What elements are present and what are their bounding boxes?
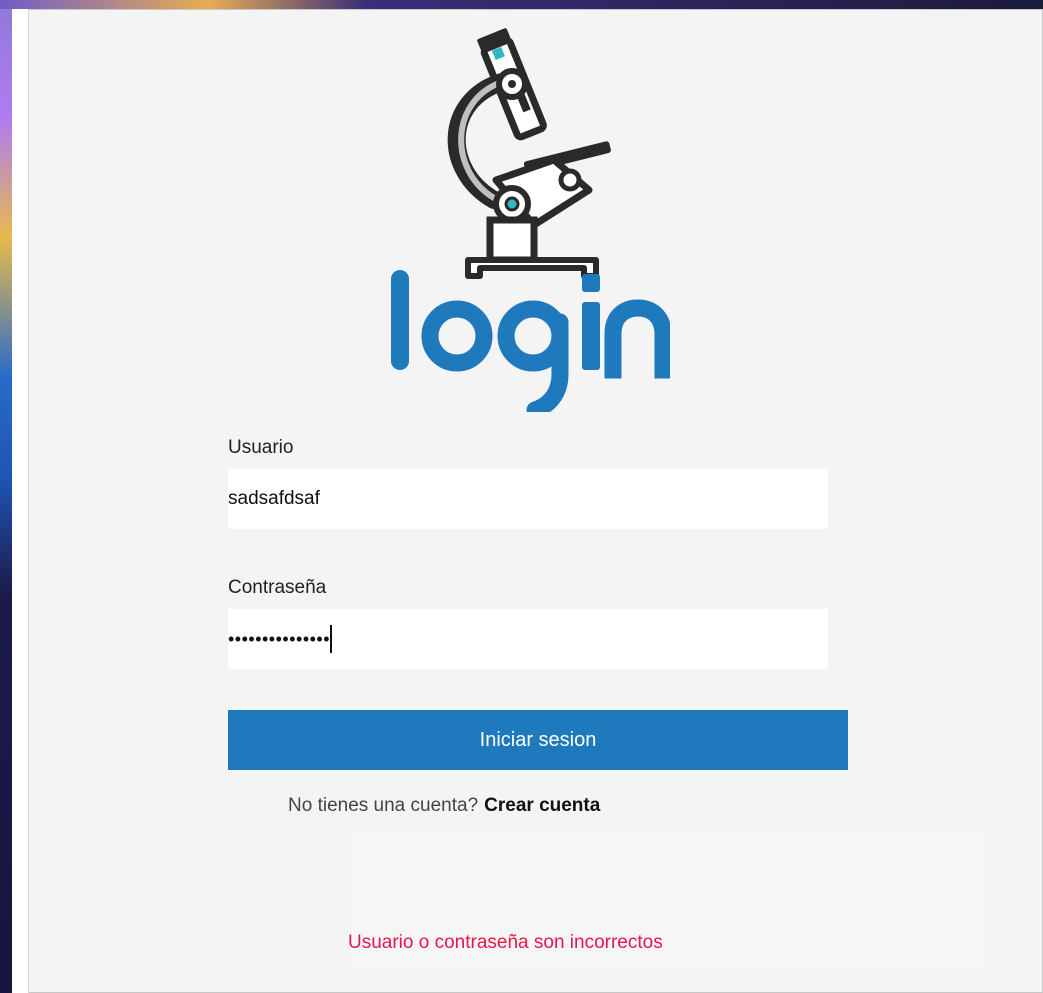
username-input[interactable]: sadsafdsaf xyxy=(228,469,828,529)
signup-prompt: No tienes una cuenta? xyxy=(288,795,479,816)
desktop-wallpaper-top xyxy=(0,0,1043,9)
password-input[interactable]: ••••••••••••••• xyxy=(228,609,828,669)
username-label: Usuario xyxy=(228,437,294,458)
login-button[interactable]: Iniciar sesion xyxy=(228,710,848,770)
login-wordmark-logo xyxy=(391,270,670,412)
text-caret xyxy=(330,625,333,653)
window-left-edge xyxy=(12,9,29,993)
error-message: Usuario o contraseña son incorrectos xyxy=(348,932,663,953)
signup-row: No tienes una cuenta? Crear cuenta xyxy=(288,795,600,817)
password-value: ••••••••••••••• xyxy=(228,628,331,649)
username-value: sadsafdsaf xyxy=(228,488,320,509)
create-account-link[interactable]: Crear cuenta xyxy=(484,795,600,816)
desktop-wallpaper-strip xyxy=(0,0,12,993)
password-label: Contraseña xyxy=(228,577,327,598)
